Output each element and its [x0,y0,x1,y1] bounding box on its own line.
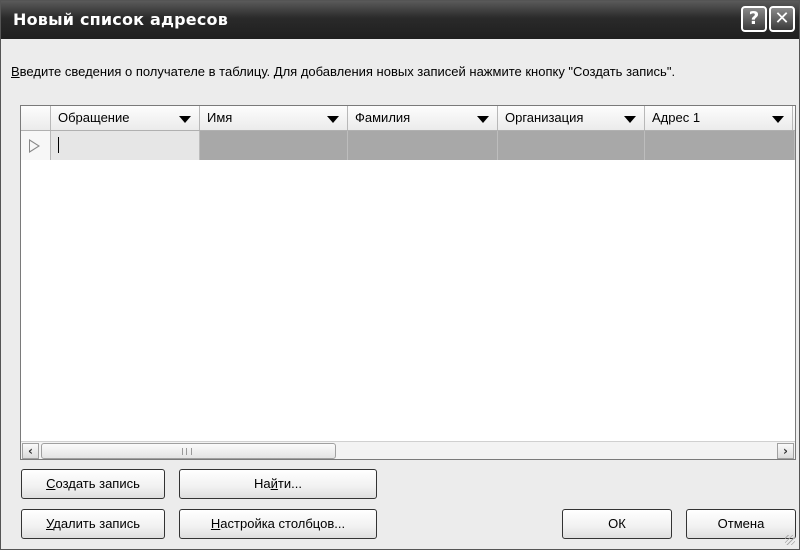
column-label: Имя [207,110,233,125]
cell-last-name[interactable] [348,131,498,160]
current-row-arrow-icon [29,139,40,153]
address-grid[interactable]: Обращение Имя Фамилия Организация Адрес … [20,105,796,460]
button-label: На [254,476,271,491]
column-header-address-1[interactable]: Адрес 1 [645,106,793,130]
button-label: ти... [277,476,302,491]
delete-entry-button[interactable]: Удалить запись [21,509,165,539]
instruction-accelerator: В [11,64,20,79]
column-header-first-name[interactable]: Имя [200,106,348,130]
grid-header: Обращение Имя Фамилия Организация Адрес … [21,106,795,131]
chevron-left-icon: ‹ [28,444,33,458]
text-caret [58,137,59,153]
instruction-text: Введите сведения о получателе в таблицу.… [11,64,791,80]
button-label: далить запись [53,516,141,531]
dropdown-arrow-icon[interactable] [179,116,191,123]
column-label: Обращение [58,110,130,125]
column-header-company[interactable]: Организация [498,106,645,130]
new-address-list-dialog: Новый список адресов ? ✕ Введите сведени… [0,0,800,550]
instruction-body: ведите сведения о получателе в таблицу. … [19,64,676,79]
resize-grip-icon[interactable] [785,535,795,545]
help-icon: ? [748,8,760,29]
button-label: ОК [608,516,626,531]
scroll-grip-icon [182,448,192,455]
accelerator: Н [210,516,221,531]
column-label: Фамилия [355,110,411,125]
dialog-title: Новый список адресов [13,10,229,29]
cell-first-name[interactable] [200,131,348,160]
close-icon: ✕ [774,8,790,29]
button-label: астройка столбцов... [220,516,346,531]
cell-company[interactable] [498,131,645,160]
column-header-last-name[interactable]: Фамилия [348,106,498,130]
column-label: Адрес 1 [652,110,701,125]
chevron-right-icon: › [783,444,788,458]
cell-salutation[interactable] [51,131,200,160]
button-label: оздать запись [55,476,140,491]
dropdown-arrow-icon[interactable] [477,116,489,123]
horizontal-scrollbar[interactable]: ‹ › [21,441,795,459]
find-button[interactable]: Найти... [179,469,377,499]
dropdown-arrow-icon[interactable] [772,116,784,123]
customize-columns-button[interactable]: Настройка столбцов... [179,509,377,539]
row-selector[interactable] [21,131,51,160]
table-row[interactable] [21,131,795,160]
header-corner [21,106,51,130]
cell-address-1[interactable] [645,131,795,160]
close-button[interactable]: ✕ [769,6,795,32]
button-label: Отмена [717,516,765,531]
scroll-right-button[interactable]: › [777,443,794,459]
scroll-thumb[interactable] [41,443,336,459]
title-bar: Новый список адресов ? ✕ [1,1,799,39]
cancel-button[interactable]: Отмена [686,509,796,539]
ok-button[interactable]: ОК [562,509,672,539]
accelerator: й [270,476,278,491]
dropdown-arrow-icon[interactable] [327,116,339,123]
column-label: Организация [505,110,584,125]
column-header-salutation[interactable]: Обращение [51,106,200,130]
help-button[interactable]: ? [741,6,767,32]
dropdown-arrow-icon[interactable] [624,116,636,123]
new-entry-button[interactable]: Создать запись [21,469,165,499]
scroll-left-button[interactable]: ‹ [22,443,39,459]
